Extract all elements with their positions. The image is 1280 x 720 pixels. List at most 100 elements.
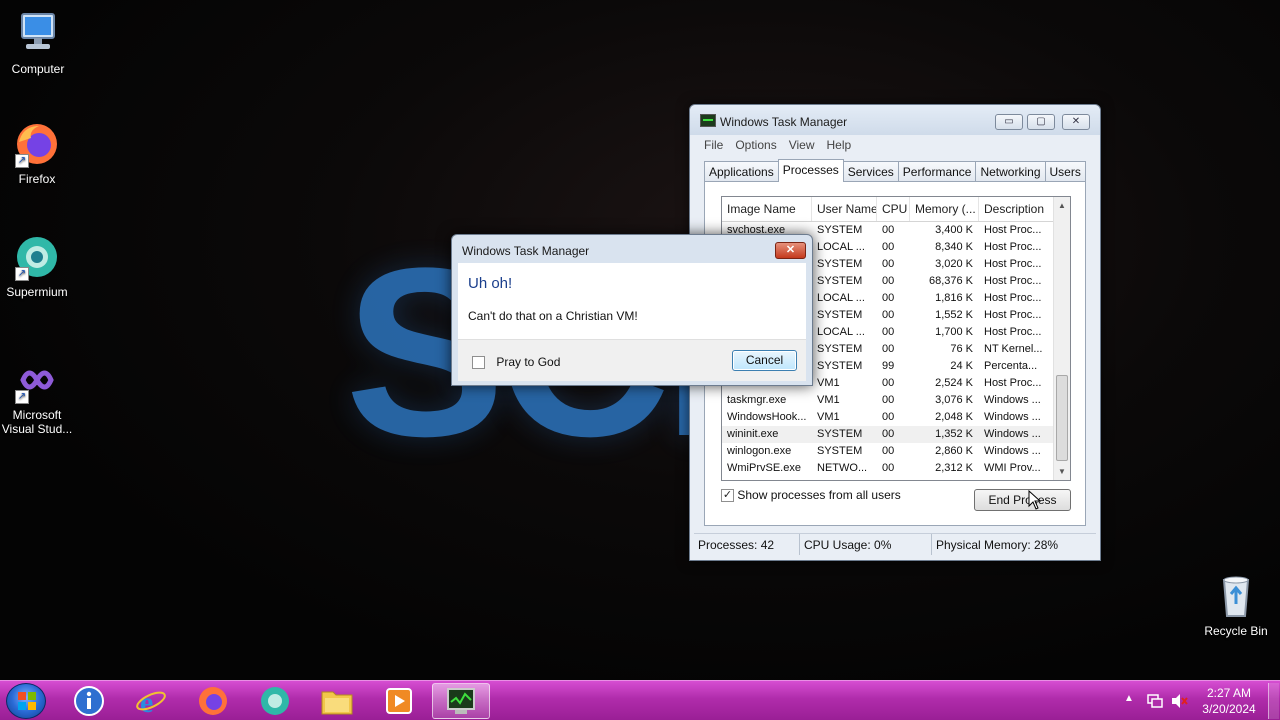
desktop-icon-label: Recycle Bin (1204, 624, 1268, 638)
show-desktop-button[interactable] (1268, 683, 1279, 719)
taskbar-info-button[interactable] (60, 683, 118, 719)
tab-networking[interactable]: Networking (975, 161, 1046, 182)
column-user-name[interactable]: User Name (812, 197, 877, 221)
desktop-icon-supermium[interactable]: ↗ Supermium (0, 233, 75, 299)
table-cell: SYSTEM (817, 428, 863, 440)
task-manager-icon (447, 688, 475, 714)
start-button[interactable] (6, 683, 46, 719)
system-clock[interactable]: 2:27 AM 3/20/2024 (1194, 685, 1264, 717)
tab-processes[interactable]: Processes (777, 159, 844, 182)
taskbar-supermium-button[interactable] (246, 683, 304, 719)
table-cell: 00 (882, 462, 895, 474)
table-row[interactable]: WmiPrvSE.exe NETWO... 00 2,312 K WMI Prov... (722, 460, 1070, 477)
tab-services[interactable]: Services (842, 161, 899, 182)
desktop-icon-label: Computer (11, 62, 65, 76)
minimize-button[interactable]: ▭ (995, 114, 1023, 130)
dialog-body: Uh oh! Can't do that on a Christian VM! (458, 263, 806, 339)
column-image-name[interactable]: Image Name (722, 197, 812, 221)
table-cell: Host Proc... (984, 377, 1042, 389)
computer-icon (14, 10, 62, 58)
table-cell: 1,552 K (935, 309, 973, 321)
table-cell: 2,312 K (935, 462, 973, 474)
table-row[interactable]: WindowsHook... VM1 00 2,048 K Windows ... (722, 409, 1070, 426)
show-hidden-icons[interactable]: ▲ (1124, 693, 1134, 704)
desktop-icon-visual-studio[interactable]: ↗ Microsoft Visual Stud... (0, 356, 75, 436)
pray-checkbox[interactable] (472, 356, 485, 370)
table-row[interactable]: winlogon.exe SYSTEM 00 2,860 K Windows ... (722, 443, 1070, 460)
show-all-processes-option[interactable]: ✓ Show processes from all users (721, 488, 901, 503)
table-cell: winlogon.exe (727, 445, 792, 457)
visual-studio-icon: ↗ (13, 356, 61, 404)
desktop-icon-label: Supermium (6, 285, 68, 299)
task-manager-titlebar[interactable]: Windows Task Manager ▭ ▢ ✕ (690, 105, 1100, 135)
status-processes: Processes: 42 (694, 534, 800, 555)
table-cell: 00 (882, 394, 895, 406)
table-cell: SYSTEM (817, 360, 863, 372)
column-cpu[interactable]: CPU (877, 197, 910, 221)
desktop-icon-recycle-bin[interactable]: Recycle Bin (1198, 572, 1274, 638)
internet-explorer-icon: e (136, 686, 166, 717)
table-cell: WMI Prov... (984, 462, 1041, 474)
taskbar-ie-button[interactable]: e (122, 683, 180, 719)
taskbar-explorer-button[interactable] (308, 683, 366, 719)
table-cell: 1,700 K (935, 326, 973, 338)
cancel-button[interactable]: Cancel (732, 350, 797, 371)
taskbar-firefox-button[interactable] (184, 683, 242, 719)
dialog-footer: Pray to God Cancel (458, 339, 806, 381)
volume-muted-icon[interactable] (1170, 693, 1188, 709)
table-cell: SYSTEM (817, 258, 863, 270)
table-cell: SYSTEM (817, 343, 863, 355)
table-cell: LOCAL ... (817, 241, 865, 253)
table-cell: 00 (882, 377, 895, 389)
process-list-scrollbar[interactable]: ▲ ▼ (1053, 197, 1070, 480)
table-cell: Host Proc... (984, 258, 1042, 270)
table-cell: 00 (882, 258, 895, 270)
table-cell: VM1 (817, 394, 840, 406)
desktop-icon-firefox[interactable]: ↗ Firefox (0, 120, 75, 186)
scroll-up-arrow-icon[interactable]: ▲ (1058, 201, 1066, 210)
table-cell: Windows ... (984, 428, 1041, 440)
table-cell: Host Proc... (984, 326, 1042, 338)
table-cell: SYSTEM (817, 445, 863, 457)
table-cell: Windows ... (984, 411, 1041, 423)
menu-file[interactable]: File (698, 136, 729, 154)
column-memory[interactable]: Memory (... (910, 197, 979, 221)
scrollbar-thumb[interactable] (1056, 375, 1068, 461)
table-row[interactable]: wininit.exe SYSTEM 00 1,352 K Windows ... (722, 426, 1070, 443)
table-row[interactable]: taskmgr.exe VM1 00 3,076 K Windows ... (722, 392, 1070, 409)
menu-view[interactable]: View (783, 136, 821, 154)
supermium-icon: ↗ (13, 233, 61, 281)
dialog-close-button[interactable]: ✕ (775, 242, 806, 259)
tab-performance[interactable]: Performance (897, 161, 977, 182)
table-cell: 3,400 K (935, 224, 973, 236)
process-list-header: Image Name User Name CPU Memory (... Des… (722, 197, 1070, 222)
network-icon[interactable] (1146, 693, 1164, 709)
supermium-icon (261, 687, 289, 715)
table-cell: Percenta... (984, 360, 1038, 372)
table-cell: 00 (882, 309, 895, 321)
media-player-icon (386, 688, 412, 714)
clock-time: 2:27 AM (1206, 686, 1252, 700)
table-cell: 8,340 K (935, 241, 973, 253)
mouse-cursor-icon (1028, 490, 1042, 510)
end-process-button[interactable]: End Process (974, 489, 1071, 511)
table-cell: 3,076 K (935, 394, 973, 406)
scroll-down-arrow-icon[interactable]: ▼ (1058, 467, 1066, 476)
taskbar-media-player-button[interactable] (370, 683, 428, 719)
table-cell: taskmgr.exe (727, 394, 787, 406)
tab-applications[interactable]: Applications (704, 161, 779, 182)
table-cell: 00 (882, 445, 895, 457)
close-button[interactable]: ✕ (1062, 114, 1090, 130)
table-cell: LOCAL ... (817, 292, 865, 304)
menu-help[interactable]: Help (821, 136, 858, 154)
table-cell: LOCAL ... (817, 326, 865, 338)
pray-option[interactable]: Pray to God (472, 355, 560, 370)
show-all-checkbox[interactable]: ✓ (721, 489, 734, 503)
tab-users[interactable]: Users (1044, 161, 1086, 182)
table-cell: 00 (882, 343, 895, 355)
desktop-icon-computer[interactable]: Computer (0, 10, 76, 76)
menu-options[interactable]: Options (729, 136, 782, 154)
column-description[interactable]: Description (979, 197, 1055, 221)
maximize-button[interactable]: ▢ (1027, 114, 1055, 130)
taskbar-task-manager-button[interactable] (432, 683, 490, 719)
